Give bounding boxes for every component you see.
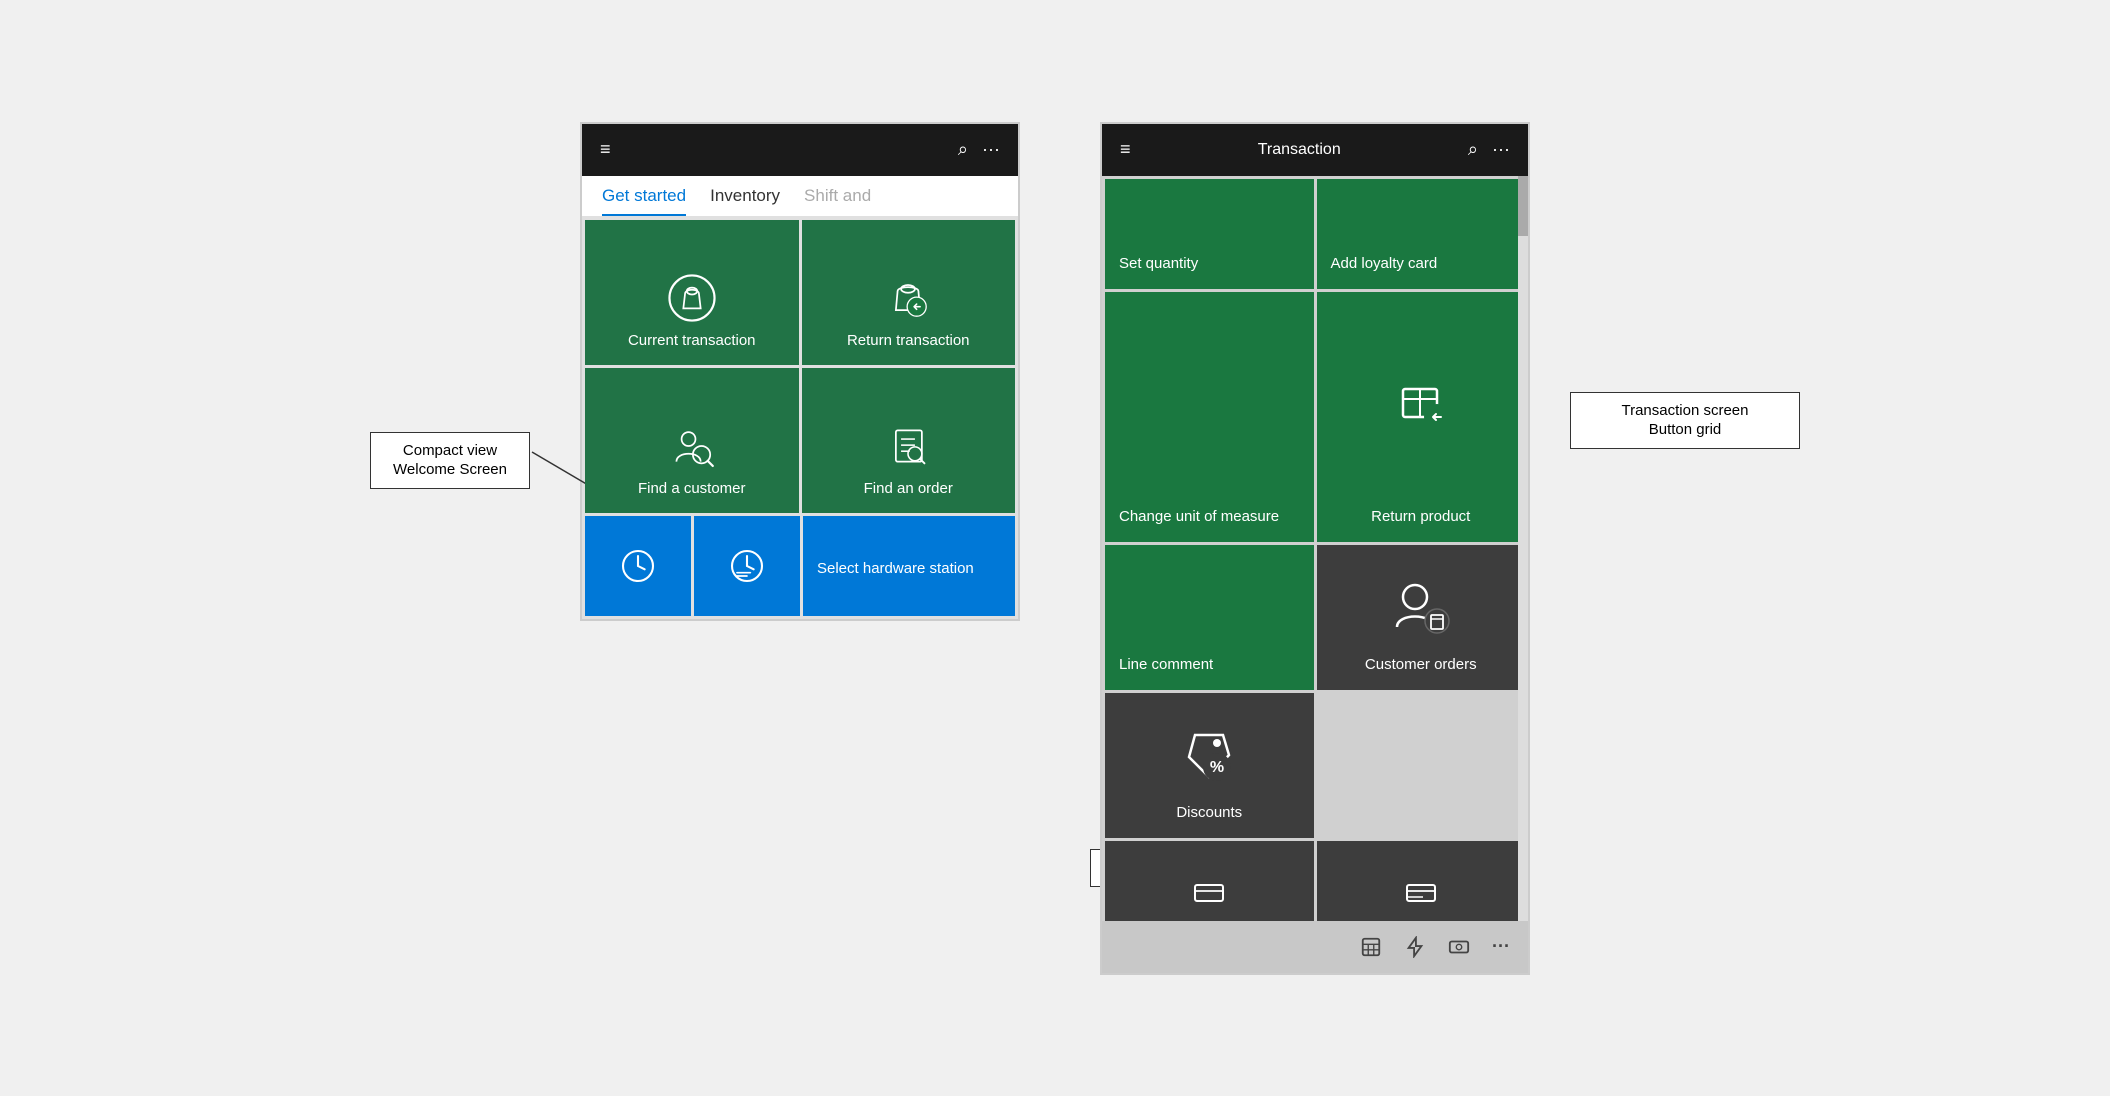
tab-inventory[interactable]: Inventory [710, 186, 780, 216]
change-uom-label: Change unit of measure [1119, 508, 1279, 526]
bottom-button-grid: Select hardware station [582, 516, 1018, 619]
find-order-tile[interactable]: Find an order [802, 368, 1016, 513]
header-icons-right: ⌕ ··· [958, 139, 1000, 160]
left-phone: Compact viewWelcome Screen ≡ ⌕ ··· Get s… [580, 122, 1020, 621]
discounts-icon: % [1119, 707, 1300, 804]
compact-view-label: Compact viewWelcome Screen [370, 432, 530, 489]
return-transaction-tile[interactable]: Return transaction [802, 220, 1016, 365]
partial-tile-1[interactable] [1105, 841, 1314, 921]
more-options-icon[interactable]: ··· [1492, 936, 1510, 957]
add-loyalty-tile[interactable]: Add loyalty card [1317, 179, 1526, 289]
return-transaction-label: Return transaction [847, 332, 970, 349]
add-loyalty-label: Add loyalty card [1331, 255, 1438, 273]
right-button-grid: Set quantity Add loyalty card Change uni… [1102, 176, 1528, 841]
clock2-icon [727, 546, 767, 586]
calculator-icon[interactable] [1360, 936, 1382, 958]
line-comment-label: Line comment [1119, 656, 1213, 674]
right-phone-frame: ≡ Transaction ⌕ ··· Set quantity A [1100, 122, 1530, 975]
tab-get-started[interactable]: Get started [602, 186, 686, 216]
partial-tiles [1102, 841, 1528, 921]
scrollbar-thumb [1518, 176, 1528, 236]
set-quantity-tile[interactable]: Set quantity [1105, 179, 1314, 289]
right-header-icons: ⌕ ··· [1468, 139, 1510, 160]
clock1-tile[interactable] [585, 516, 691, 616]
return-bag-icon [882, 272, 934, 324]
transaction-screen-label: Transaction screenButton grid [1570, 392, 1800, 449]
clock1-icon [618, 546, 658, 586]
find-order-label: Find an order [864, 480, 953, 497]
return-product-tile[interactable]: Return product [1317, 292, 1526, 542]
customer-orders-tile[interactable]: Customer orders [1317, 545, 1526, 690]
left-phone-header: ≡ ⌕ ··· [582, 124, 1018, 176]
right-menu-icon[interactable]: ≡ [1120, 139, 1131, 160]
right-phone: Transaction screenButton grid Actions me… [1100, 122, 1530, 975]
shopping-bag-icon [666, 272, 718, 324]
current-transaction-tile[interactable]: Current transaction [585, 220, 799, 365]
tab-shift[interactable]: Shift and [804, 186, 871, 216]
scrollbar[interactable] [1518, 176, 1528, 921]
svg-text:%: % [1210, 759, 1224, 776]
return-product-icon-container [1331, 306, 1512, 500]
menu-icon[interactable]: ≡ [600, 139, 611, 160]
more-icon[interactable]: ··· [982, 139, 1000, 160]
find-customer-icon [666, 420, 718, 472]
right-more-icon[interactable]: ··· [1492, 139, 1510, 160]
select-hardware-label: Select hardware station [817, 560, 974, 577]
line-comment-tile[interactable]: Line comment [1105, 545, 1314, 690]
customer-orders-svg [1387, 573, 1455, 641]
discounts-tile[interactable]: % Discounts [1105, 693, 1314, 838]
left-phone-frame: ≡ ⌕ ··· Get started Inventory Shift and [580, 122, 1020, 621]
change-uom-tile[interactable]: Change unit of measure [1105, 292, 1314, 542]
find-order-icon [882, 420, 934, 472]
main-button-grid: Current transaction Return transaction [582, 217, 1018, 516]
tab-bar: Get started Inventory Shift and [582, 176, 1018, 217]
current-transaction-label: Current transaction [628, 332, 756, 349]
lightning-icon[interactable] [1404, 936, 1426, 958]
right-phone-header: ≡ Transaction ⌕ ··· [1102, 124, 1528, 176]
discounts-svg: % [1175, 721, 1243, 789]
customer-orders-icon [1331, 559, 1512, 656]
right-header-title: Transaction [1258, 141, 1341, 159]
set-quantity-label: Set quantity [1119, 255, 1198, 273]
find-customer-label: Find a customer [638, 480, 746, 497]
discounts-label: Discounts [1176, 804, 1242, 822]
return-product-svg [1385, 367, 1457, 439]
partial-icon-1 [1191, 875, 1227, 911]
select-hardware-tile[interactable]: Select hardware station [803, 516, 1015, 616]
clock2-tile[interactable] [694, 516, 800, 616]
customer-orders-label: Customer orders [1365, 656, 1477, 674]
partial-tile-2[interactable] [1317, 841, 1526, 921]
diagram-container: Compact viewWelcome Screen ≡ ⌕ ··· Get s… [540, 82, 1570, 1015]
right-search-icon[interactable]: ⌕ [1468, 139, 1478, 160]
money-icon[interactable] [1448, 936, 1470, 958]
find-customer-tile[interactable]: Find a customer [585, 368, 799, 513]
search-icon[interactable]: ⌕ [958, 139, 968, 160]
partial-icon-2 [1403, 875, 1439, 911]
phone-bottom-bar: ··· [1102, 921, 1528, 973]
return-product-label: Return product [1371, 508, 1470, 526]
